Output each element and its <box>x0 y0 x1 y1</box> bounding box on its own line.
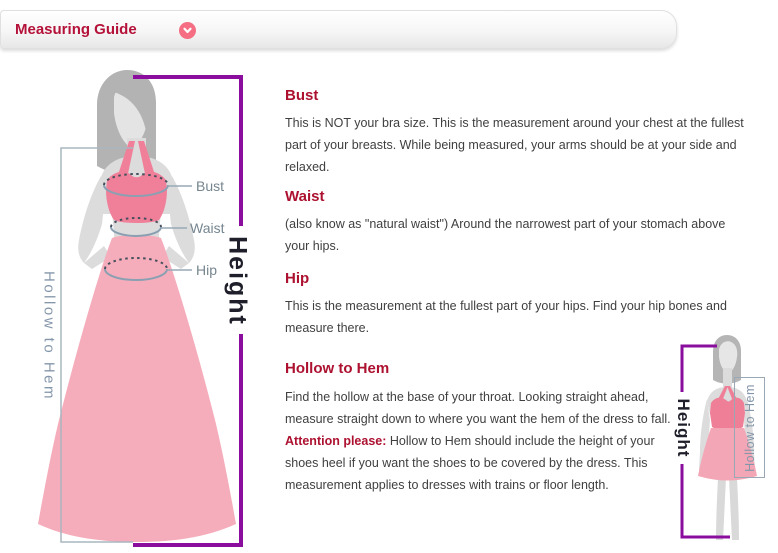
section-heading-hollow-to-hem: Hollow to Hem <box>285 360 389 377</box>
height-label: Height <box>223 236 252 326</box>
waist-label: Waist <box>190 220 224 236</box>
hollow-body-text: Find the hollow at the base of your thro… <box>285 390 671 426</box>
hip-label: Hip <box>196 262 217 278</box>
small-figure-left-leg <box>716 478 726 540</box>
section-heading-waist: Waist <box>285 188 324 205</box>
dress-bodice <box>106 172 167 223</box>
measuring-guide-page: { "header": { "title": "Measuring Guide"… <box>0 0 778 553</box>
section-body-hip: This is the measurement at the fullest p… <box>285 295 745 339</box>
hollow-to-hem-label: Hollow to Hem <box>41 271 58 401</box>
small-hollow-to-hem-label: Hollow to Hem <box>743 384 757 472</box>
small-height-bracket-top <box>682 346 717 392</box>
section-body-bust: This is NOT your bra size. This is the m… <box>285 112 745 178</box>
bust-label: Bust <box>196 178 224 194</box>
dress-skirt <box>38 235 236 542</box>
section-heading-bust: Bust <box>285 87 318 104</box>
section-heading-hip: Hip <box>285 270 309 287</box>
section-body-waist: (also know as "natural waist") Around th… <box>285 213 745 257</box>
large-figure-illustration <box>38 70 241 545</box>
small-hollow-to-hem-box: Hollow to Hem <box>734 377 765 478</box>
attention-label: Attention please: <box>285 434 386 448</box>
small-figure-right-leg <box>729 478 739 540</box>
section-body-hollow-to-hem: Find the hollow at the base of your thro… <box>285 386 681 496</box>
